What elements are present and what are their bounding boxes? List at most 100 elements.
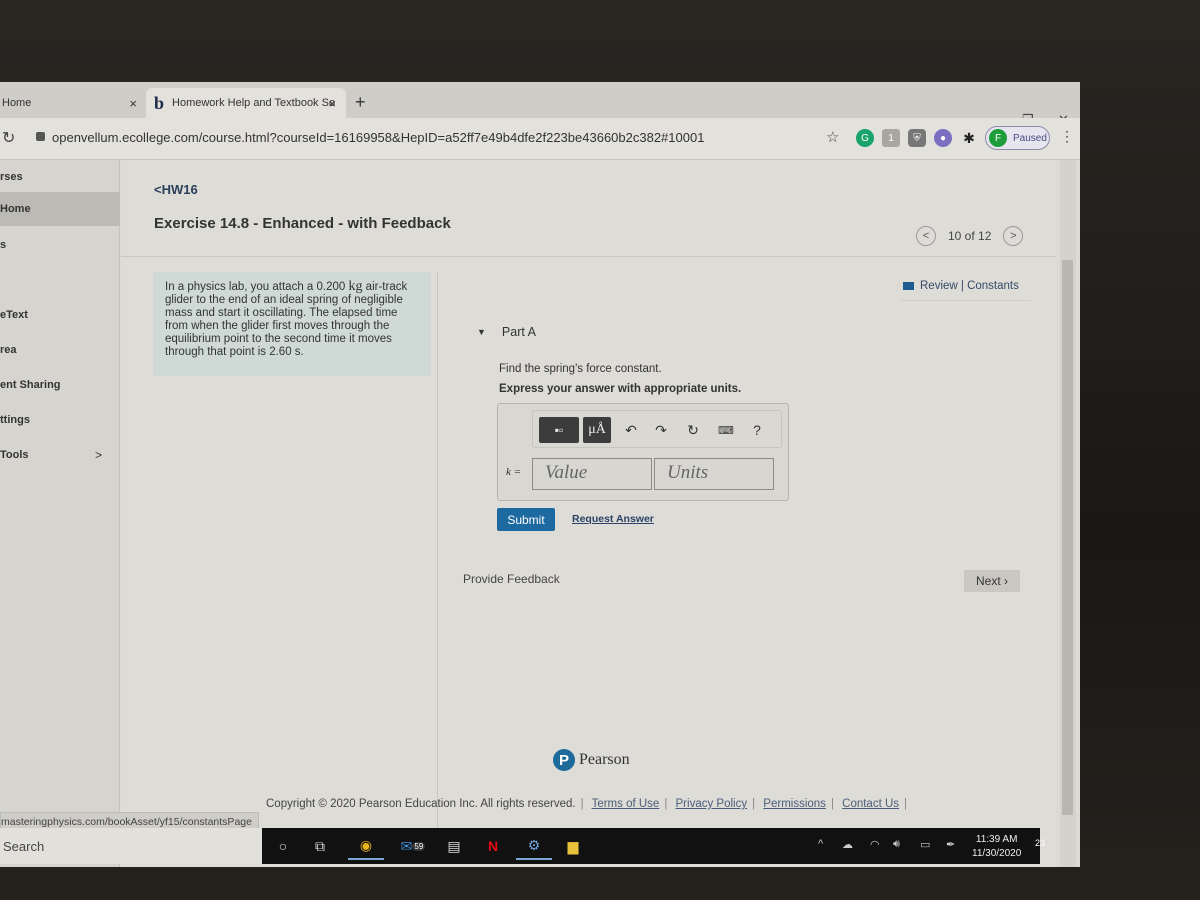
wifi-icon[interactable]: ◠: [870, 838, 880, 851]
units-button[interactable]: μÅ: [583, 417, 611, 443]
reset-icon[interactable]: ↻: [683, 417, 703, 443]
help-icon[interactable]: ?: [749, 417, 765, 443]
tab-label: Home: [2, 97, 32, 109]
avatar: F: [989, 129, 1007, 147]
main-content: <HW16 Exercise 14.8 - Enhanced - with Fe…: [121, 160, 1056, 867]
permissions-link[interactable]: Permissions: [763, 798, 826, 810]
sidebar-item-assignments[interactable]: s: [0, 228, 120, 262]
back-to-assignment-link[interactable]: <HW16: [154, 182, 198, 197]
mail-icon[interactable]: ✉ 59: [395, 832, 431, 860]
review-constants-links[interactable]: Review | Constants: [903, 280, 1019, 292]
mail-badge: 59: [412, 841, 426, 851]
sidebar-item-label: ent Sharing: [0, 379, 61, 391]
monitor-frame: Home × b Homework Help and Textbook So ×…: [0, 0, 1200, 900]
sidebar-item-study-area[interactable]: rea: [0, 333, 120, 367]
sidebar-item-settings[interactable]: ttings: [0, 403, 120, 437]
terms-link[interactable]: Terms of Use: [592, 798, 660, 810]
profile-button[interactable]: F Paused: [985, 126, 1050, 150]
sidebar-item-document-sharing[interactable]: ent Sharing: [0, 368, 120, 402]
math-toolbar: ▪▫ μÅ ↶ ↷ ↻ ⌨ ?: [532, 410, 782, 448]
part-a-header[interactable]: ▼ Part A: [477, 325, 536, 339]
screen: Home × b Homework Help and Textbook So ×…: [0, 82, 1080, 867]
store-icon[interactable]: ▤: [436, 832, 472, 860]
templates-icon[interactable]: ▪▫: [539, 417, 579, 443]
tab-close-icon[interactable]: ×: [129, 96, 137, 111]
shield-icon[interactable]: ⛨: [908, 129, 926, 147]
keyboard-icon[interactable]: ⌨: [715, 417, 737, 443]
tab-homework-help[interactable]: b Homework Help and Textbook So ×: [146, 88, 346, 118]
sidebar-item-courses[interactable]: rses: [0, 160, 120, 194]
netflix-icon[interactable]: N: [475, 832, 511, 860]
review-constants-label[interactable]: Review | Constants: [920, 280, 1019, 292]
sidebar-item-label: ttings: [0, 414, 30, 426]
clock[interactable]: 11:39 AM 11/30/2020: [972, 833, 1021, 861]
review-divider: [901, 300, 1031, 301]
answer-instruction: Express your answer with appropriate uni…: [499, 383, 742, 395]
redo-icon[interactable]: ↷: [651, 417, 671, 443]
taskbar: Search ○ ⧉ ◉ ✉ 59 ▤ N ⚙ ▆ ^ ☁ ◠ 🔊︎ ▭ ✒ 11…: [0, 828, 1045, 864]
pager: < 10 of 12 >: [916, 226, 1024, 246]
undo-icon[interactable]: ↶: [621, 417, 641, 443]
circle-extension-icon[interactable]: ●: [934, 129, 952, 147]
sidebar-item-tools[interactable]: Tools >: [0, 438, 120, 472]
onedrive-icon[interactable]: ☁: [842, 838, 853, 851]
separator: |: [580, 798, 584, 810]
copyright-text: Copyright © 2020 Pearson Education Inc. …: [266, 798, 576, 810]
contact-link[interactable]: Contact Us: [842, 798, 899, 810]
pen-icon[interactable]: ✒: [946, 838, 955, 851]
book-icon: [903, 282, 914, 290]
submit-button[interactable]: Submit: [497, 508, 555, 531]
request-answer-link[interactable]: Request Answer: [572, 513, 654, 525]
units-input[interactable]: Units: [654, 458, 774, 490]
volume-icon[interactable]: 🔊︎: [893, 838, 900, 851]
problem-text: In a physics lab, you attach a 0.200: [165, 281, 349, 293]
lock-icon[interactable]: [36, 132, 45, 141]
scrollbar-thumb[interactable]: [1062, 260, 1073, 815]
notifications-icon[interactable]: 23: [1035, 838, 1045, 848]
tab-close-icon[interactable]: ×: [328, 96, 336, 111]
collapse-triangle-icon[interactable]: ▼: [477, 327, 486, 337]
sidebar-item-home[interactable]: Home: [0, 192, 120, 226]
sidebar-item-label: Tools: [0, 449, 29, 461]
sidebar-item-label: rses: [0, 171, 23, 183]
url-field[interactable]: openvellum.ecollege.com/course.html?cour…: [52, 130, 704, 145]
separator: |: [904, 798, 908, 810]
separator: |: [664, 798, 668, 810]
sidebar-item-etext[interactable]: eText: [0, 298, 120, 332]
next-button[interactable]: Next ›: [964, 570, 1020, 592]
sidebar-item-label: Home: [0, 203, 31, 215]
pearson-logo: P Pearson: [553, 749, 630, 771]
menu-icon[interactable]: ⋮: [1060, 128, 1074, 145]
battery-icon[interactable]: ▭: [920, 838, 930, 851]
footer: Copyright © 2020 Pearson Education Inc. …: [266, 798, 912, 810]
scrollbar[interactable]: [1060, 160, 1076, 867]
profile-status: Paused: [1013, 132, 1047, 144]
star-icon[interactable]: ☆: [826, 128, 839, 146]
chevron-right-icon: >: [94, 448, 102, 462]
search-label: Search: [3, 838, 45, 854]
tab-home[interactable]: Home ×: [0, 88, 145, 118]
puzzle-icon[interactable]: ✱: [960, 129, 978, 147]
steam-icon[interactable]: ⚙: [516, 832, 552, 860]
file-explorer-icon[interactable]: ▆: [555, 832, 591, 860]
next-item-button[interactable]: >: [1003, 226, 1024, 246]
problem-unit: kg: [348, 279, 363, 294]
extension-icon[interactable]: 1: [882, 129, 900, 147]
new-tab-button[interactable]: +: [355, 92, 366, 113]
taskbar-search[interactable]: Search: [0, 828, 262, 864]
date: 11/30/2020: [972, 848, 1022, 859]
grammarly-icon[interactable]: G: [856, 129, 874, 147]
show-hidden-icons[interactable]: ^: [818, 838, 823, 850]
value-input[interactable]: Value: [532, 458, 652, 490]
reload-icon[interactable]: ↻: [2, 128, 15, 148]
cortana-icon[interactable]: ○: [265, 832, 301, 860]
provide-feedback-link[interactable]: Provide Feedback: [463, 572, 560, 586]
task-view-icon[interactable]: ⧉: [302, 832, 338, 860]
previous-item-button[interactable]: <: [916, 226, 936, 246]
separator: |: [830, 798, 834, 810]
privacy-link[interactable]: Privacy Policy: [676, 798, 748, 810]
sidebar-item-label: eText: [0, 309, 28, 321]
separator: |: [752, 798, 756, 810]
chrome-icon[interactable]: ◉: [348, 832, 384, 860]
column-divider: [437, 272, 438, 832]
